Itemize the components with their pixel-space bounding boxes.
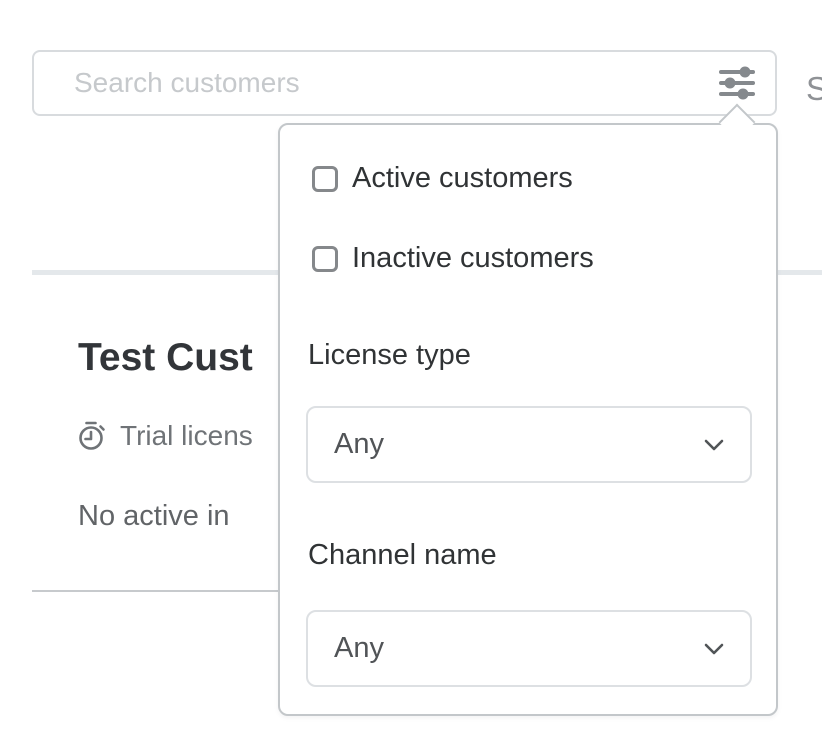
inactive-customers-checkbox[interactable] (312, 246, 338, 272)
channel-name-value: Any (334, 632, 384, 665)
license-type-select[interactable]: Any (306, 406, 752, 483)
sliders-filter-icon (719, 65, 755, 101)
customer-name-title: Test Cust (78, 336, 253, 380)
active-customers-checkbox[interactable] (312, 166, 338, 192)
license-type-label: License type (308, 339, 471, 372)
stopwatch-trial-icon (76, 420, 108, 452)
customers-page: S Test Cust Trial licens No active in Ac… (0, 0, 822, 756)
inactive-customers-label: Inactive customers (352, 242, 594, 275)
license-type-value: Any (334, 428, 384, 461)
search-input[interactable] (72, 66, 711, 100)
channel-name-select[interactable]: Any (306, 610, 752, 687)
customer-status-text: No active in (78, 500, 230, 533)
chevron-down-icon (700, 431, 728, 459)
checkbox-row-active-customers[interactable]: Active customers (312, 162, 573, 195)
search-customers-box (32, 50, 777, 116)
chevron-down-icon (700, 635, 728, 663)
active-customers-label: Active customers (352, 162, 573, 195)
license-badge-label: Trial licens (120, 420, 253, 452)
checkbox-row-inactive-customers[interactable]: Inactive customers (312, 242, 594, 275)
license-badge-row: Trial licens (76, 420, 253, 452)
filter-panel: Active customers Inactive customers Lice… (278, 123, 778, 716)
channel-name-label: Channel name (308, 539, 497, 572)
filter-toggle-button[interactable] (711, 57, 763, 109)
clipped-right-text: S (806, 70, 822, 108)
